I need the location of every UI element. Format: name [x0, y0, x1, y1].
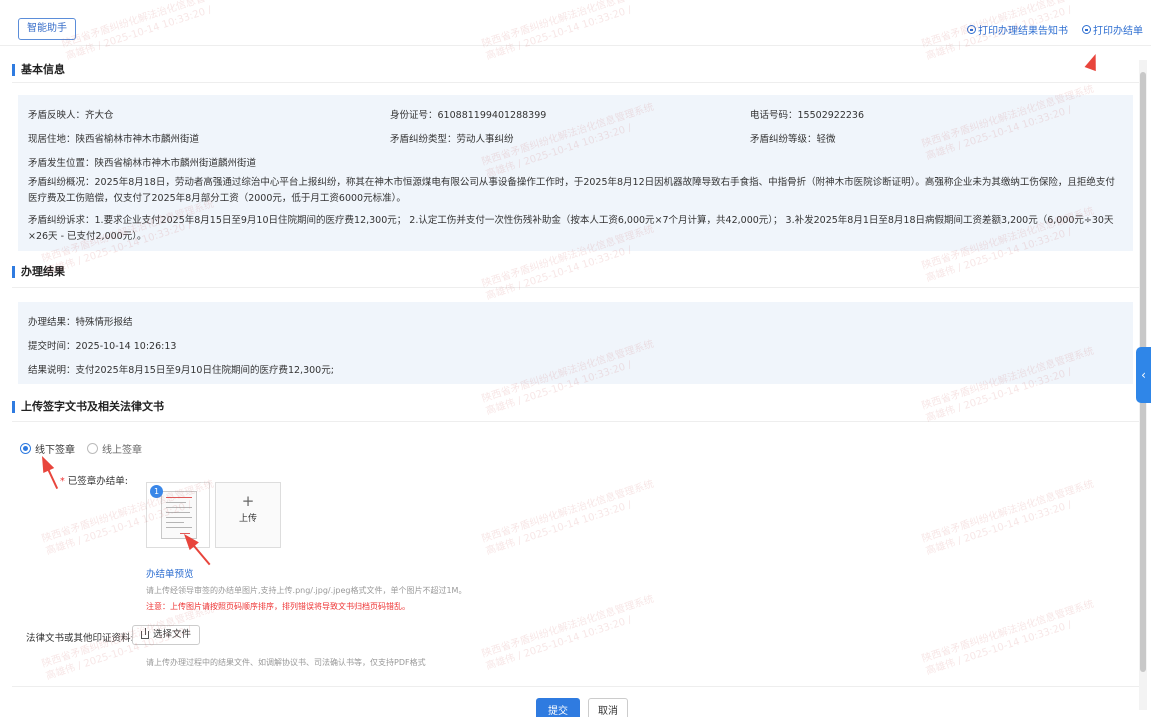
reporter-field: 矛盾反映人：齐大仓: [28, 107, 114, 121]
radio-offline-label: 线下签章: [35, 445, 75, 456]
print-notice-link[interactable]: 打印办理结果告知书: [967, 22, 1068, 37]
submit-button[interactable]: 提交: [536, 698, 580, 717]
sign-method-radio-group: 线下签章 线上签章: [20, 441, 142, 456]
overview-label: 矛盾纠纷概况：: [28, 177, 95, 188]
top-bar: 智能助手 打印办理结果告知书 打印办结单: [0, 0, 1151, 46]
print-result-label: 打印办结单: [1093, 26, 1143, 37]
upload-icon: [141, 628, 149, 639]
overview-field: 矛盾纠纷概况：2025年8月18日，劳动者高强通过综治中心平台上报纠纷，称其在神…: [28, 175, 1119, 207]
submit-time-label: 提交时间：: [28, 341, 76, 352]
location-label: 矛盾发生位置：: [28, 158, 95, 169]
demand-value: 1.要求企业支付2025年8月15日至9月10日住院期间的医疗费12,300元；…: [28, 215, 1114, 242]
section-title-upload: 上传签字文书及相关法律文书: [12, 401, 164, 413]
location-value: 陕西省榆林市神木市麟州街道麟州街道: [94, 158, 257, 169]
basic-info-panel: 矛盾反映人：齐大仓 身份证号：610881199401288399 电话号码：1…: [18, 95, 1133, 251]
chevron-left-icon: ‹: [1141, 368, 1146, 382]
divider: [12, 421, 1139, 422]
result-value: 特殊情形报结: [75, 317, 133, 328]
reporter-value: 齐大仓: [85, 110, 114, 121]
legal-doc-hint: 请上传办理过程中的结果文件、如调解协议书、司法确认书等，仅支持PDF格式: [146, 658, 426, 667]
plus-icon: +: [241, 492, 255, 510]
print-result-link[interactable]: 打印办结单: [1082, 22, 1143, 37]
phone-label: 电话号码：: [750, 110, 798, 121]
radio-unchecked-icon[interactable]: [87, 443, 98, 454]
choose-file-label: 选择文件: [153, 629, 192, 640]
residence-value: 陕西省榆林市神木市麟州街道: [75, 134, 200, 145]
id-field: 身份证号：610881199401288399: [390, 107, 546, 121]
divider: [12, 82, 1139, 83]
watermark: 陕西省矛盾纠纷化解法治化信息管理系统高雄伟 / 2025-10-14 10:33…: [920, 598, 1096, 678]
dispute-level-value: 轻微: [816, 134, 836, 145]
result-label: 办理结果：: [28, 317, 76, 328]
watermark: 陕西省矛盾纠纷化解法治化信息管理系统高雄伟 / 2025-10-14 10:33…: [480, 478, 656, 558]
image-upload-button[interactable]: + 上传: [215, 482, 281, 548]
dispute-type-value: 劳动人事纠纷: [456, 134, 514, 145]
result-field: 办理结果：特殊情形报结: [28, 314, 133, 328]
section-title-basic-info: 基本信息: [12, 64, 65, 76]
submit-time-field: 提交时间：2025-10-14 10:26:13: [28, 338, 176, 352]
handling-panel: 办理结果：特殊情形报结 提交时间：2025-10-14 10:26:13 结果说…: [18, 302, 1133, 384]
location-field: 矛盾发生位置：陕西省榆林市神木市麟州街道麟州街道: [28, 155, 256, 169]
printer-icon: [967, 25, 976, 34]
explain-value: 支付2025年8月15日至9月10日住院期间的医疗费12,300元;: [75, 365, 334, 376]
legal-doc-label: 法律文书或其他印证资料:: [26, 633, 134, 644]
assistant-button[interactable]: 智能助手: [18, 18, 76, 40]
required-star: *: [60, 476, 65, 487]
image-count-badge: 1: [150, 485, 163, 498]
demand-field: 矛盾纠纷诉求：1.要求企业支付2025年8月15日至9月10日住院期间的医疗费1…: [28, 213, 1119, 245]
residence-label: 现居住地：: [28, 134, 76, 145]
choose-file-button[interactable]: 选择文件: [132, 625, 201, 645]
explain-label: 结果说明：: [28, 365, 76, 376]
section-title-handling: 办理结果: [12, 266, 65, 278]
upload-hint: 请上传经领导审签的办结单图片,支持上传.png/.jpg/.jpeg格式文件，单…: [146, 586, 467, 595]
cancel-button[interactable]: 取消: [588, 698, 628, 717]
reporter-label: 矛盾反映人：: [28, 110, 86, 121]
document-thumbnail-icon: [161, 491, 197, 539]
demand-label: 矛盾纠纷诉求：: [28, 215, 95, 226]
print-notice-label: 打印办理结果告知书: [978, 26, 1068, 37]
signed-doc-label: * 已签章办结单:: [60, 473, 128, 487]
radio-online-sign[interactable]: 线上签章: [87, 441, 142, 456]
explain-field: 结果说明：支付2025年8月15日至9月10日住院期间的医疗费12,300元;: [28, 362, 334, 376]
divider: [12, 287, 1139, 288]
dispute-level-field: 矛盾纠纷等级：轻微: [750, 131, 836, 145]
submit-time-value: 2025-10-14 10:26:13: [75, 341, 177, 352]
signed-doc-label-text: 已签章办结单:: [67, 476, 128, 487]
id-label: 身份证号：: [390, 110, 438, 121]
divider: [12, 686, 1139, 687]
phone-field: 电话号码：15502922236: [750, 107, 864, 121]
radio-checked-icon[interactable]: [20, 443, 31, 454]
print-links: 打印办理结果告知书 打印办结单: [967, 22, 1143, 37]
phone-value: 15502922236: [797, 110, 865, 121]
watermark: 陕西省矛盾纠纷化解法治化信息管理系统高雄伟 / 2025-10-14 10:33…: [920, 478, 1096, 558]
residence-field: 现居住地：陕西省榆林市神木市麟州街道: [28, 131, 199, 145]
side-panel-toggle[interactable]: ‹: [1136, 347, 1151, 403]
printer-icon: [1082, 25, 1091, 34]
overview-value: 2025年8月18日，劳动者高强通过综治中心平台上报纠纷，称其在神木市恒源煤电有…: [28, 177, 1115, 204]
upload-warning: 注意：上传图片请按照页码顺序排序，排列错误将导致文书归档页码错乱。: [146, 602, 410, 611]
preview-link[interactable]: 办结单预览: [146, 566, 194, 580]
id-value: 610881199401288399: [437, 110, 547, 121]
radio-online-label: 线上签章: [102, 445, 142, 456]
upload-label: 上传: [238, 514, 257, 524]
dispute-level-label: 矛盾纠纷等级：: [750, 134, 817, 145]
dispute-type-field: 矛盾纠纷类型：劳动人事纠纷: [390, 131, 514, 145]
dispute-type-label: 矛盾纠纷类型：: [390, 134, 457, 145]
watermark: 陕西省矛盾纠纷化解法治化信息管理系统高雄伟 / 2025-10-14 10:33…: [480, 593, 656, 673]
